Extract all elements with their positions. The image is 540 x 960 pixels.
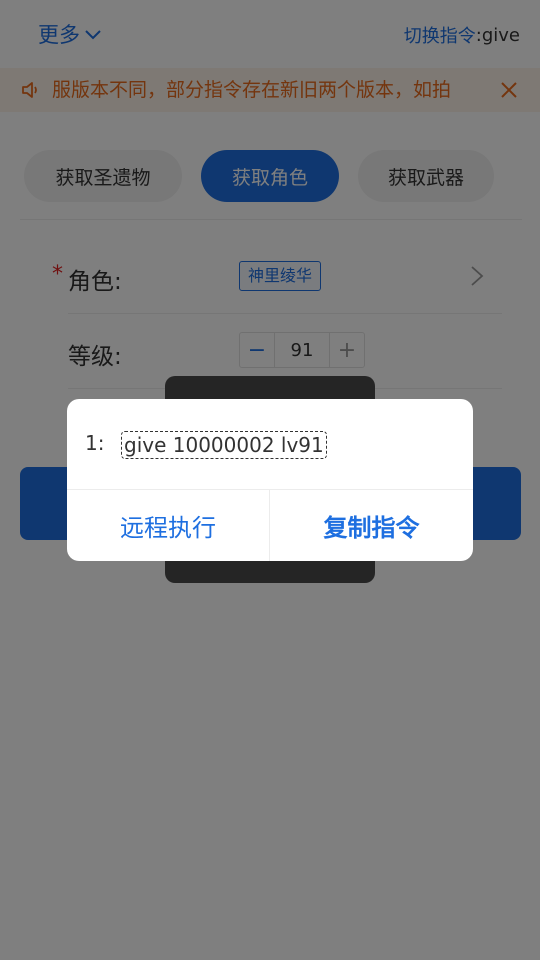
- dialog-content: 1: give 10000002 lv91: [67, 399, 473, 490]
- remote-execute-button[interactable]: 远程执行: [67, 490, 270, 561]
- command-text[interactable]: give 10000002 lv91: [121, 431, 327, 459]
- command-index: 1:: [85, 431, 105, 455]
- dialog-actions: 远程执行 复制指令: [67, 490, 473, 561]
- command-dialog: 1: give 10000002 lv91 远程执行 复制指令: [67, 399, 473, 561]
- copy-command-button[interactable]: 复制指令: [270, 490, 473, 561]
